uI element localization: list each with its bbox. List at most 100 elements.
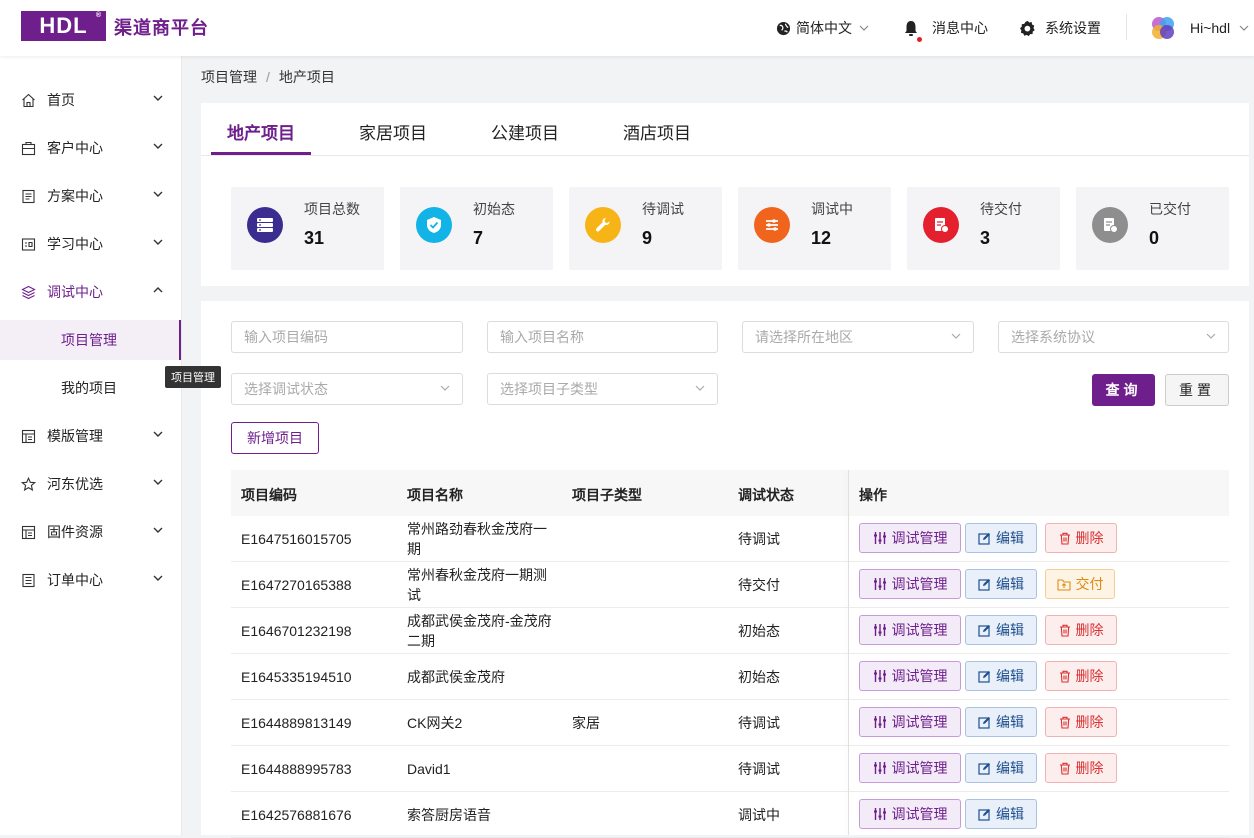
project-code-cell: E1644889813149 xyxy=(241,715,352,731)
edit-icon xyxy=(978,716,990,729)
stat-label: 已交付 xyxy=(1149,201,1191,217)
stat-value: 12 xyxy=(811,228,832,248)
debug-status-cell: 初始态 xyxy=(738,623,780,639)
sliders-icon xyxy=(873,716,886,728)
firmware-icon xyxy=(21,525,36,540)
sidebar-item-label: 调试中心 xyxy=(47,284,103,300)
sidebar-item-solutions[interactable]: 方案中心 xyxy=(0,176,181,216)
hdl-logo[interactable]: HDL ® xyxy=(21,11,106,41)
edit-button[interactable]: 编辑 xyxy=(965,523,1037,553)
stat-value: 0 xyxy=(1149,228,1160,248)
sidebar-item-firmware[interactable]: 固件资源 xyxy=(0,512,181,552)
edit-button[interactable]: 编辑 xyxy=(965,753,1037,783)
deliver-button[interactable]: 交付 xyxy=(1045,569,1115,599)
edit-icon xyxy=(978,808,990,821)
debug-manage-button[interactable]: 调试管理 xyxy=(859,799,961,829)
edit-button[interactable]: 编辑 xyxy=(965,707,1037,737)
button-label: 删除 xyxy=(1075,714,1104,730)
sidebar-item-project-management[interactable]: 项目管理 xyxy=(0,320,181,360)
edit-button[interactable]: 编辑 xyxy=(965,615,1037,645)
debug-status-cell: 待调试 xyxy=(738,761,780,777)
edit-button[interactable]: 编辑 xyxy=(965,569,1037,599)
sidebar-item-orders[interactable]: 订单中心 xyxy=(0,560,181,600)
project-name-cell: 索答厨房语音 xyxy=(407,807,491,823)
message-center[interactable]: 消息中心 xyxy=(903,0,988,56)
subtype-select[interactable]: 选择项目子类型 xyxy=(487,373,718,405)
sidebar-item-customers[interactable]: 客户中心 xyxy=(0,128,181,168)
table-row: E1647270165388 常州春秋金茂府一期测试 待交付 调试管理 编辑 交付 xyxy=(231,562,1229,608)
debug-manage-button[interactable]: 调试管理 xyxy=(859,707,961,737)
table-row: E1642576881676 索答厨房语音 调试中 调试管理 编辑 xyxy=(231,792,1229,838)
chevron-down-icon xyxy=(153,95,163,101)
button-label: 删除 xyxy=(1075,668,1104,684)
project-name-cell: 常州春秋金茂府一期测试 xyxy=(407,567,547,603)
region-placeholder: 请选择所在地区 xyxy=(755,329,853,345)
edit-button[interactable]: 编辑 xyxy=(965,661,1037,691)
sidebar-tooltip: 项目管理 xyxy=(165,366,221,388)
project-name-cell: 成都武侯金茂府 xyxy=(407,669,505,685)
tab-real-estate[interactable]: 地产项目 xyxy=(227,119,295,144)
edit-button[interactable]: 编辑 xyxy=(965,799,1037,829)
delete-button[interactable]: 删除 xyxy=(1045,615,1117,645)
sidebar-item-label: 首页 xyxy=(47,92,75,108)
edit-icon xyxy=(978,762,990,775)
chevron-down-icon xyxy=(153,239,163,245)
sidebar-item-label: 项目管理 xyxy=(61,332,117,348)
delivery-doc-icon xyxy=(923,207,959,243)
debug-manage-button[interactable]: 调试管理 xyxy=(859,661,961,691)
delivered-doc-icon xyxy=(1092,207,1128,243)
table-row: E1644888995783 David1 待调试 调试管理 编辑 删除 xyxy=(231,746,1229,792)
stat-label: 调试中 xyxy=(811,201,853,217)
tab-public[interactable]: 公建项目 xyxy=(491,119,559,144)
region-select[interactable]: 请选择所在地区 xyxy=(742,321,974,353)
debug-status-cell: 初始态 xyxy=(738,669,780,685)
system-settings[interactable]: 系统设置 xyxy=(1019,0,1101,56)
chevron-up-icon xyxy=(153,287,163,293)
add-project-button[interactable]: 新增项目 xyxy=(231,422,319,454)
query-button[interactable]: 查询 xyxy=(1092,374,1155,406)
delete-button[interactable]: 删除 xyxy=(1045,661,1117,691)
sidebar-item-hdl-select[interactable]: 河东优选 xyxy=(0,464,181,504)
sidebar-item-debug-center[interactable]: 调试中心 xyxy=(0,272,181,312)
stat-initial: 初始态 7 xyxy=(400,187,553,270)
table-row: E1644889813149 CK网关2 家居 待调试 调试管理 编辑 删除 xyxy=(231,700,1229,746)
breadcrumb-parent[interactable]: 项目管理 xyxy=(201,69,257,85)
delete-button[interactable]: 删除 xyxy=(1045,523,1117,553)
debug-status-select[interactable]: 选择调试状态 xyxy=(231,373,463,405)
delete-button[interactable]: 删除 xyxy=(1045,707,1117,737)
project-code-cell: E1642576881676 xyxy=(241,807,352,823)
chevron-down-icon xyxy=(153,575,163,581)
sidebar-item-my-projects[interactable]: 我的项目 xyxy=(0,368,181,408)
edit-icon xyxy=(978,670,990,683)
button-label: 调试管理 xyxy=(891,668,948,684)
breadcrumb: 项目管理 / 地产项目 xyxy=(201,67,335,87)
sidebar-item-learning[interactable]: 学习中心 xyxy=(0,224,181,264)
debug-manage-button[interactable]: 调试管理 xyxy=(859,753,961,783)
chevron-down-icon xyxy=(695,385,705,391)
debug-manage-button[interactable]: 调试管理 xyxy=(859,615,961,645)
stat-label: 待交付 xyxy=(980,201,1022,217)
language-selector[interactable]: 简体中文 xyxy=(776,0,874,56)
project-name-input[interactable]: 输入项目名称 xyxy=(487,321,718,353)
button-label: 调试管理 xyxy=(891,714,948,730)
debug-manage-button[interactable]: 调试管理 xyxy=(859,569,961,599)
user-menu[interactable]: Hi~hdl xyxy=(1150,0,1254,56)
protocol-select[interactable]: 选择系统协议 xyxy=(998,321,1229,353)
sidebar: 首页 客户中心 方案中心 学习中心 调试中心 项目管理 我的项目 模版管理 河东… xyxy=(0,56,182,835)
tab-hotel[interactable]: 酒店项目 xyxy=(623,119,691,144)
debug-manage-button[interactable]: 调试管理 xyxy=(859,523,961,553)
project-name-cell: CK网关2 xyxy=(407,715,463,731)
stat-label: 待调试 xyxy=(642,201,684,217)
project-code-input[interactable]: 输入项目编码 xyxy=(231,321,463,353)
reset-button[interactable]: 重置 xyxy=(1165,374,1229,406)
tab-home[interactable]: 家居项目 xyxy=(359,119,427,144)
debug-status-cell: 待交付 xyxy=(738,577,780,593)
column-header: 操作 xyxy=(859,487,887,503)
sidebar-item-templates[interactable]: 模版管理 xyxy=(0,416,181,456)
stat-value: 31 xyxy=(304,228,325,248)
tabs-divider xyxy=(201,155,1249,156)
sidebar-item-home[interactable]: 首页 xyxy=(0,80,181,120)
status-placeholder: 选择调试状态 xyxy=(244,381,328,397)
language-label: 简体中文 xyxy=(796,20,852,36)
delete-button[interactable]: 删除 xyxy=(1045,753,1117,783)
